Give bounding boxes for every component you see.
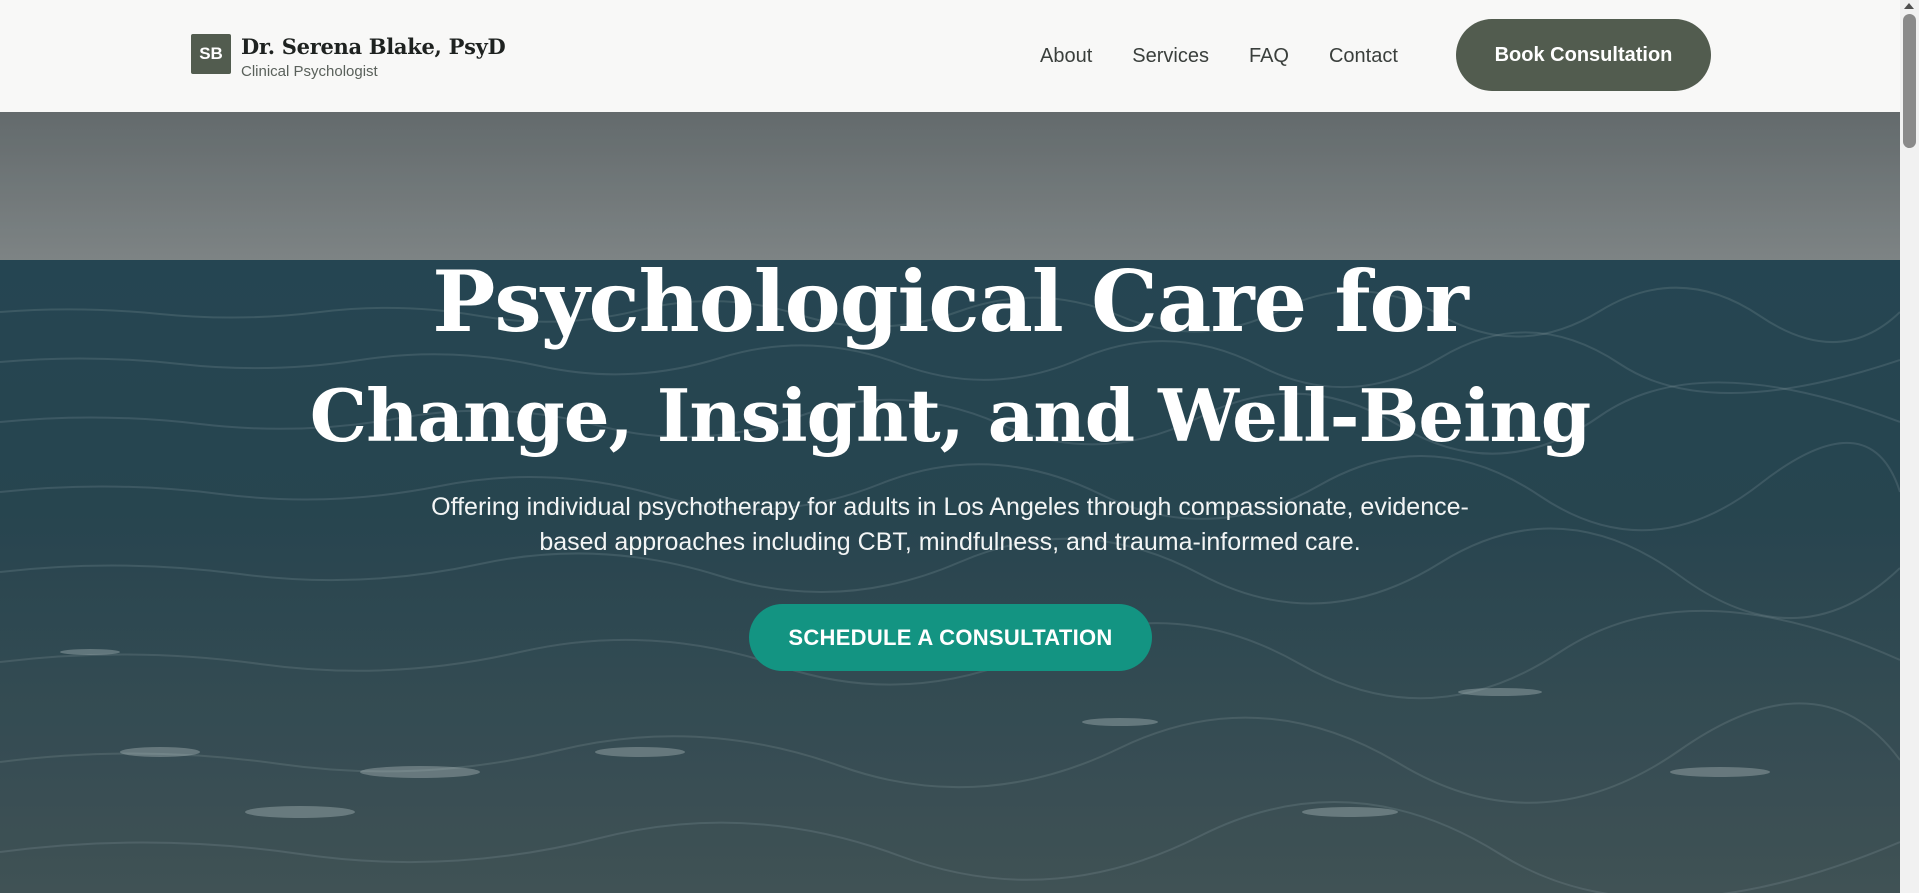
hero-subtitle-line-2: based approaches including CBT, mindfuln… — [539, 528, 1361, 556]
brand-text: Dr. Serena Blake, PsyD Clinical Psycholo… — [241, 34, 506, 81]
nav-link-contact[interactable]: Contact — [1329, 45, 1398, 68]
schedule-consultation-button[interactable]: SCHEDULE A CONSULTATION — [749, 604, 1152, 671]
brand[interactable]: SB Dr. Serena Blake, PsyD Clinical Psych… — [191, 34, 506, 81]
nav-link-faq[interactable]: FAQ — [1249, 45, 1289, 68]
nav-link-about[interactable]: About — [1040, 45, 1092, 68]
scrollbar-thumb[interactable] — [1903, 14, 1916, 148]
hero-subtitle: Offering individual psychotherapy for ad… — [390, 490, 1510, 560]
logo-badge: SB — [191, 34, 231, 74]
hero-section: Psychological Care for Change, Insight, … — [0, 112, 1900, 893]
scroll-up-arrow-icon[interactable] — [1904, 3, 1914, 9]
hero-title-line-2: Change, Insight, and Well-Being — [309, 373, 1591, 458]
brand-name: Dr. Serena Blake, PsyD — [241, 34, 506, 59]
main-nav: About Services FAQ Contact — [1040, 0, 1398, 112]
hero-title-line-1: Psychological Care for — [432, 252, 1468, 351]
brand-subtitle: Clinical Psychologist — [241, 63, 378, 80]
hero-subtitle-line-1: Offering individual psychotherapy for ad… — [431, 493, 1469, 521]
book-consultation-button[interactable]: Book Consultation — [1456, 19, 1711, 91]
nav-link-services[interactable]: Services — [1132, 45, 1209, 68]
page-scrollbar[interactable] — [1900, 0, 1919, 893]
site-header: SB Dr. Serena Blake, PsyD Clinical Psych… — [0, 0, 1900, 112]
